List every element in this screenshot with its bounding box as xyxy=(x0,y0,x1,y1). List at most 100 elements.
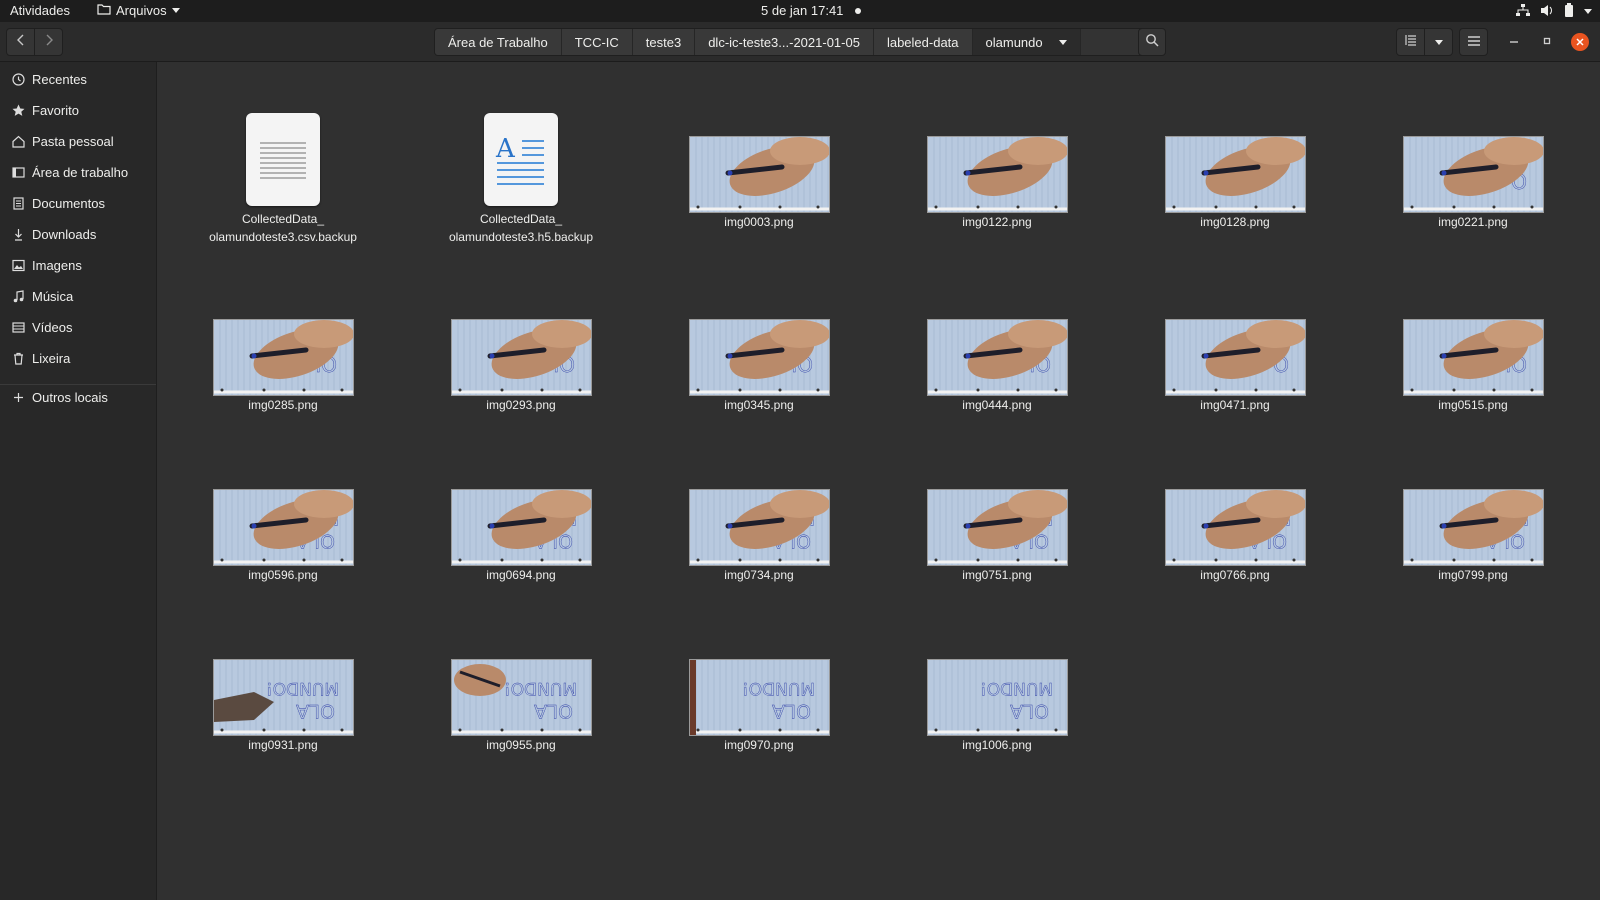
minimize-icon xyxy=(1509,35,1519,49)
app-menu[interactable]: Arquivos xyxy=(97,3,180,18)
activities-button[interactable]: Atividades xyxy=(10,3,70,18)
file-item[interactable]: OLAMUND img0799.png xyxy=(1363,489,1583,582)
image-thumbnail: OLA MUNDO! xyxy=(212,659,354,736)
image-thumbnail: OL xyxy=(450,319,592,396)
file-item[interactable]: A CollectedData_ olamundoteste3.h5.backup xyxy=(411,113,631,244)
file-grid: CollectedData_ olamundoteste3.csv.backup A… xyxy=(157,62,1600,900)
svg-text:MUNDO!: MUNDO! xyxy=(265,678,338,698)
file-name: img0766.png xyxy=(1200,568,1270,582)
clock-icon xyxy=(11,72,25,86)
image-thumbnail: OLAMUND xyxy=(1402,489,1544,566)
image-thumbnail xyxy=(926,136,1068,213)
sidebar-item-lixeira[interactable]: Lixeira xyxy=(0,343,156,373)
file-name: CollectedData_ xyxy=(241,212,325,226)
file-item[interactable]: OLA MUNDO! img1006.png xyxy=(887,659,1107,752)
sidebar-item-pasta-pessoal[interactable]: Pasta pessoal xyxy=(0,126,156,156)
file-name-line2: olamundoteste3.csv.backup xyxy=(209,230,357,244)
file-item[interactable]: Oimg0221.png xyxy=(1363,136,1583,229)
image-thumbnail: OLAMUN xyxy=(688,489,830,566)
sidebar-item-recentes[interactable]: Recentes xyxy=(0,64,156,94)
breadcrumb-item-teste3[interactable]: teste3 xyxy=(632,29,696,55)
search-button[interactable] xyxy=(1138,28,1166,56)
file-item[interactable]: OL img0293.png xyxy=(411,319,631,412)
file-item[interactable]: OLA MUNDO! img0931.png xyxy=(173,659,393,752)
image-thumbnail xyxy=(688,136,830,213)
file-name: img0931.png xyxy=(248,738,318,752)
breadcrumb-item-dlc-ic-teste3[interactable]: dlc-ic-teste3...-2021-01-05 xyxy=(695,29,874,55)
volume-icon xyxy=(1540,4,1554,20)
sidebar-item-downloads[interactable]: Downloads xyxy=(0,219,156,249)
forward-button[interactable] xyxy=(34,28,63,56)
sidebar-item-outros-locais[interactable]: Outros locais xyxy=(0,382,156,412)
maximize-button[interactable] xyxy=(1538,33,1556,51)
breadcrumb-item-olamundo[interactable]: olamundo xyxy=(972,29,1081,55)
file-item[interactable]: OLA img0444.png xyxy=(887,319,1107,412)
sidebar-item-area-de-trabalho[interactable]: Área de trabalho xyxy=(0,157,156,187)
svg-text:A: A xyxy=(495,134,516,164)
image-thumbnail: O xyxy=(1402,136,1544,213)
file-item[interactable]: OLAM img0596.png xyxy=(173,489,393,582)
svg-text:MUNDO!: MUNDO! xyxy=(979,678,1052,698)
header-bar: Área de Trabalho TCC-IC teste3 dlc-ic-te… xyxy=(0,22,1600,62)
file-item[interactable]: OL img0345.png xyxy=(649,319,869,412)
sidebar-item-documentos[interactable]: Documentos xyxy=(0,188,156,218)
file-name: CollectedData_ xyxy=(479,212,563,226)
file-item[interactable]: OLA img0515.png xyxy=(1363,319,1583,412)
sidebar-item-label: Área de trabalho xyxy=(32,164,129,180)
sidebar-item-label: Imagens xyxy=(32,257,82,273)
breadcrumb-item-area-de-trabalho[interactable]: Área de Trabalho xyxy=(435,29,562,55)
file-name: img0734.png xyxy=(724,568,794,582)
file-item[interactable]: OL img0285.png xyxy=(173,319,393,412)
file-item[interactable]: CollectedData_ olamundoteste3.csv.backup xyxy=(173,113,393,244)
breadcrumb-item-labeled-data[interactable]: labeled-data xyxy=(873,29,973,55)
sidebar-item-musica[interactable]: Música xyxy=(0,281,156,311)
clock[interactable]: 5 de jan 17:41 xyxy=(761,3,862,18)
file-name: img1006.png xyxy=(962,738,1032,752)
view-options-button[interactable] xyxy=(1424,28,1453,56)
file-name-line2: olamundoteste3.h5.backup xyxy=(448,230,594,244)
file-item[interactable]: img0122.png xyxy=(887,136,1107,229)
system-tray[interactable] xyxy=(1516,3,1592,20)
file-name: img0221.png xyxy=(1438,215,1508,229)
close-button[interactable] xyxy=(1571,33,1589,51)
sidebar-item-favorito[interactable]: Favorito xyxy=(0,95,156,125)
image-thumbnail: OLA xyxy=(926,319,1068,396)
image-icon xyxy=(11,258,25,272)
file-item[interactable]: OLAMUN img0751.png xyxy=(887,489,1107,582)
sidebar-item-label: Downloads xyxy=(32,226,97,242)
file-item[interactable]: img0003.png xyxy=(649,136,869,229)
restore-icon xyxy=(1542,35,1552,49)
image-thumbnail: O xyxy=(1164,319,1306,396)
sidebar-item-label: Outros locais xyxy=(32,389,108,405)
file-name: img0471.png xyxy=(1200,398,1270,412)
clock-label: 5 de jan 17:41 xyxy=(761,3,844,18)
text-file-icon xyxy=(246,113,320,206)
file-item[interactable]: OLA MUNDO! img0955.png xyxy=(411,659,631,752)
chevron-down-icon xyxy=(1584,9,1592,14)
image-thumbnail: OLAMUN xyxy=(926,489,1068,566)
document-file-icon: A xyxy=(484,113,558,206)
sidebar-item-label: Música xyxy=(32,288,74,304)
file-item[interactable]: OLAMU img0694.png xyxy=(411,489,631,582)
video-icon xyxy=(11,320,25,334)
svg-text:OLA: OLA xyxy=(772,700,811,722)
file-name: img0128.png xyxy=(1200,215,1270,229)
file-name: img0751.png xyxy=(962,568,1032,582)
file-name: img0970.png xyxy=(724,738,794,752)
file-item[interactable]: Oimg0471.png xyxy=(1125,319,1345,412)
sidebar-item-imagens[interactable]: Imagens xyxy=(0,250,156,280)
file-item[interactable]: OLAMUN img0766.png xyxy=(1125,489,1345,582)
file-item[interactable]: img0128.png xyxy=(1125,136,1345,229)
app-menu-label: Arquivos xyxy=(116,3,167,18)
image-thumbnail: OL xyxy=(688,319,830,396)
breadcrumb-item-tcc-ic[interactable]: TCC-IC xyxy=(561,29,633,55)
file-item[interactable]: OLAMUN img0734.png xyxy=(649,489,869,582)
file-item[interactable]: OLA MUNDO! img0970.png xyxy=(649,659,869,752)
minimize-button[interactable] xyxy=(1505,33,1523,51)
battery-icon xyxy=(1564,3,1574,20)
main-menu-button[interactable] xyxy=(1459,28,1488,56)
view-mode-button[interactable] xyxy=(1396,28,1425,56)
back-button[interactable] xyxy=(6,28,35,56)
sidebar-item-videos[interactable]: Vídeos xyxy=(0,312,156,342)
sidebar-item-label: Favorito xyxy=(32,102,79,118)
